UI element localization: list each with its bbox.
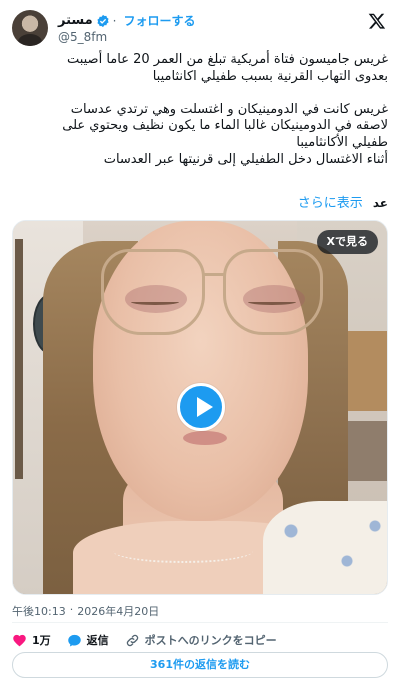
- reply-label: 返信: [86, 634, 109, 647]
- author-name-row: مستر · フォローする: [58, 12, 196, 29]
- verified-badge-icon: [97, 14, 109, 27]
- necklace: [113, 539, 253, 563]
- like-button[interactable]: 1万: [12, 632, 51, 648]
- x-logo-icon[interactable]: [368, 12, 386, 30]
- tweet-header: مستر · フォローする @5_8fm: [12, 10, 388, 46]
- view-on-x-button[interactable]: Xで見る: [316, 230, 378, 254]
- reply-button[interactable]: 返信: [67, 632, 109, 648]
- read-replies-button[interactable]: 361件の返信を読む: [12, 652, 388, 678]
- lips: [183, 431, 227, 445]
- post-timestamp[interactable]: 午後10:13 · 2026年4月20日: [12, 603, 159, 619]
- heart-icon: [13, 634, 26, 646]
- glasses-lens-left: [101, 249, 205, 335]
- follow-button[interactable]: フォローする: [124, 12, 196, 29]
- post-date: 2026年4月20日: [77, 605, 160, 618]
- divider: [12, 622, 388, 623]
- reply-icon: [67, 634, 81, 646]
- language-label: عد: [372, 196, 388, 210]
- author-avatar[interactable]: [12, 10, 48, 46]
- copy-link-button[interactable]: ポストへのリンクをコピー: [125, 632, 277, 648]
- author-display-name[interactable]: مستر: [58, 13, 93, 28]
- like-count: 1万: [32, 634, 51, 647]
- video-media[interactable]: Xで見る: [12, 220, 388, 595]
- link-icon: [126, 634, 138, 646]
- post-time: 午後10:13: [12, 605, 66, 618]
- floral-dress: [263, 501, 387, 594]
- tweet-text: غريس جاميسون فتاة أمريكية تبلغ من العمر …: [62, 52, 388, 167]
- show-more-link[interactable]: さらに表示: [298, 196, 363, 211]
- action-bar: 1万 返信 ポストへのリンクをコピー: [12, 631, 293, 649]
- glasses-bridge: [203, 273, 225, 276]
- glasses-lens-right: [223, 249, 323, 335]
- author-handle[interactable]: @5_8fm: [58, 30, 107, 44]
- translate-row: さらに表示 عد: [12, 192, 388, 211]
- play-icon[interactable]: [177, 383, 225, 431]
- dot-separator: ·: [112, 13, 117, 28]
- copy-link-label: ポストへのリンクをコピー: [144, 634, 277, 647]
- timestamp-separator: ·: [69, 603, 74, 616]
- door-frame: [15, 239, 23, 479]
